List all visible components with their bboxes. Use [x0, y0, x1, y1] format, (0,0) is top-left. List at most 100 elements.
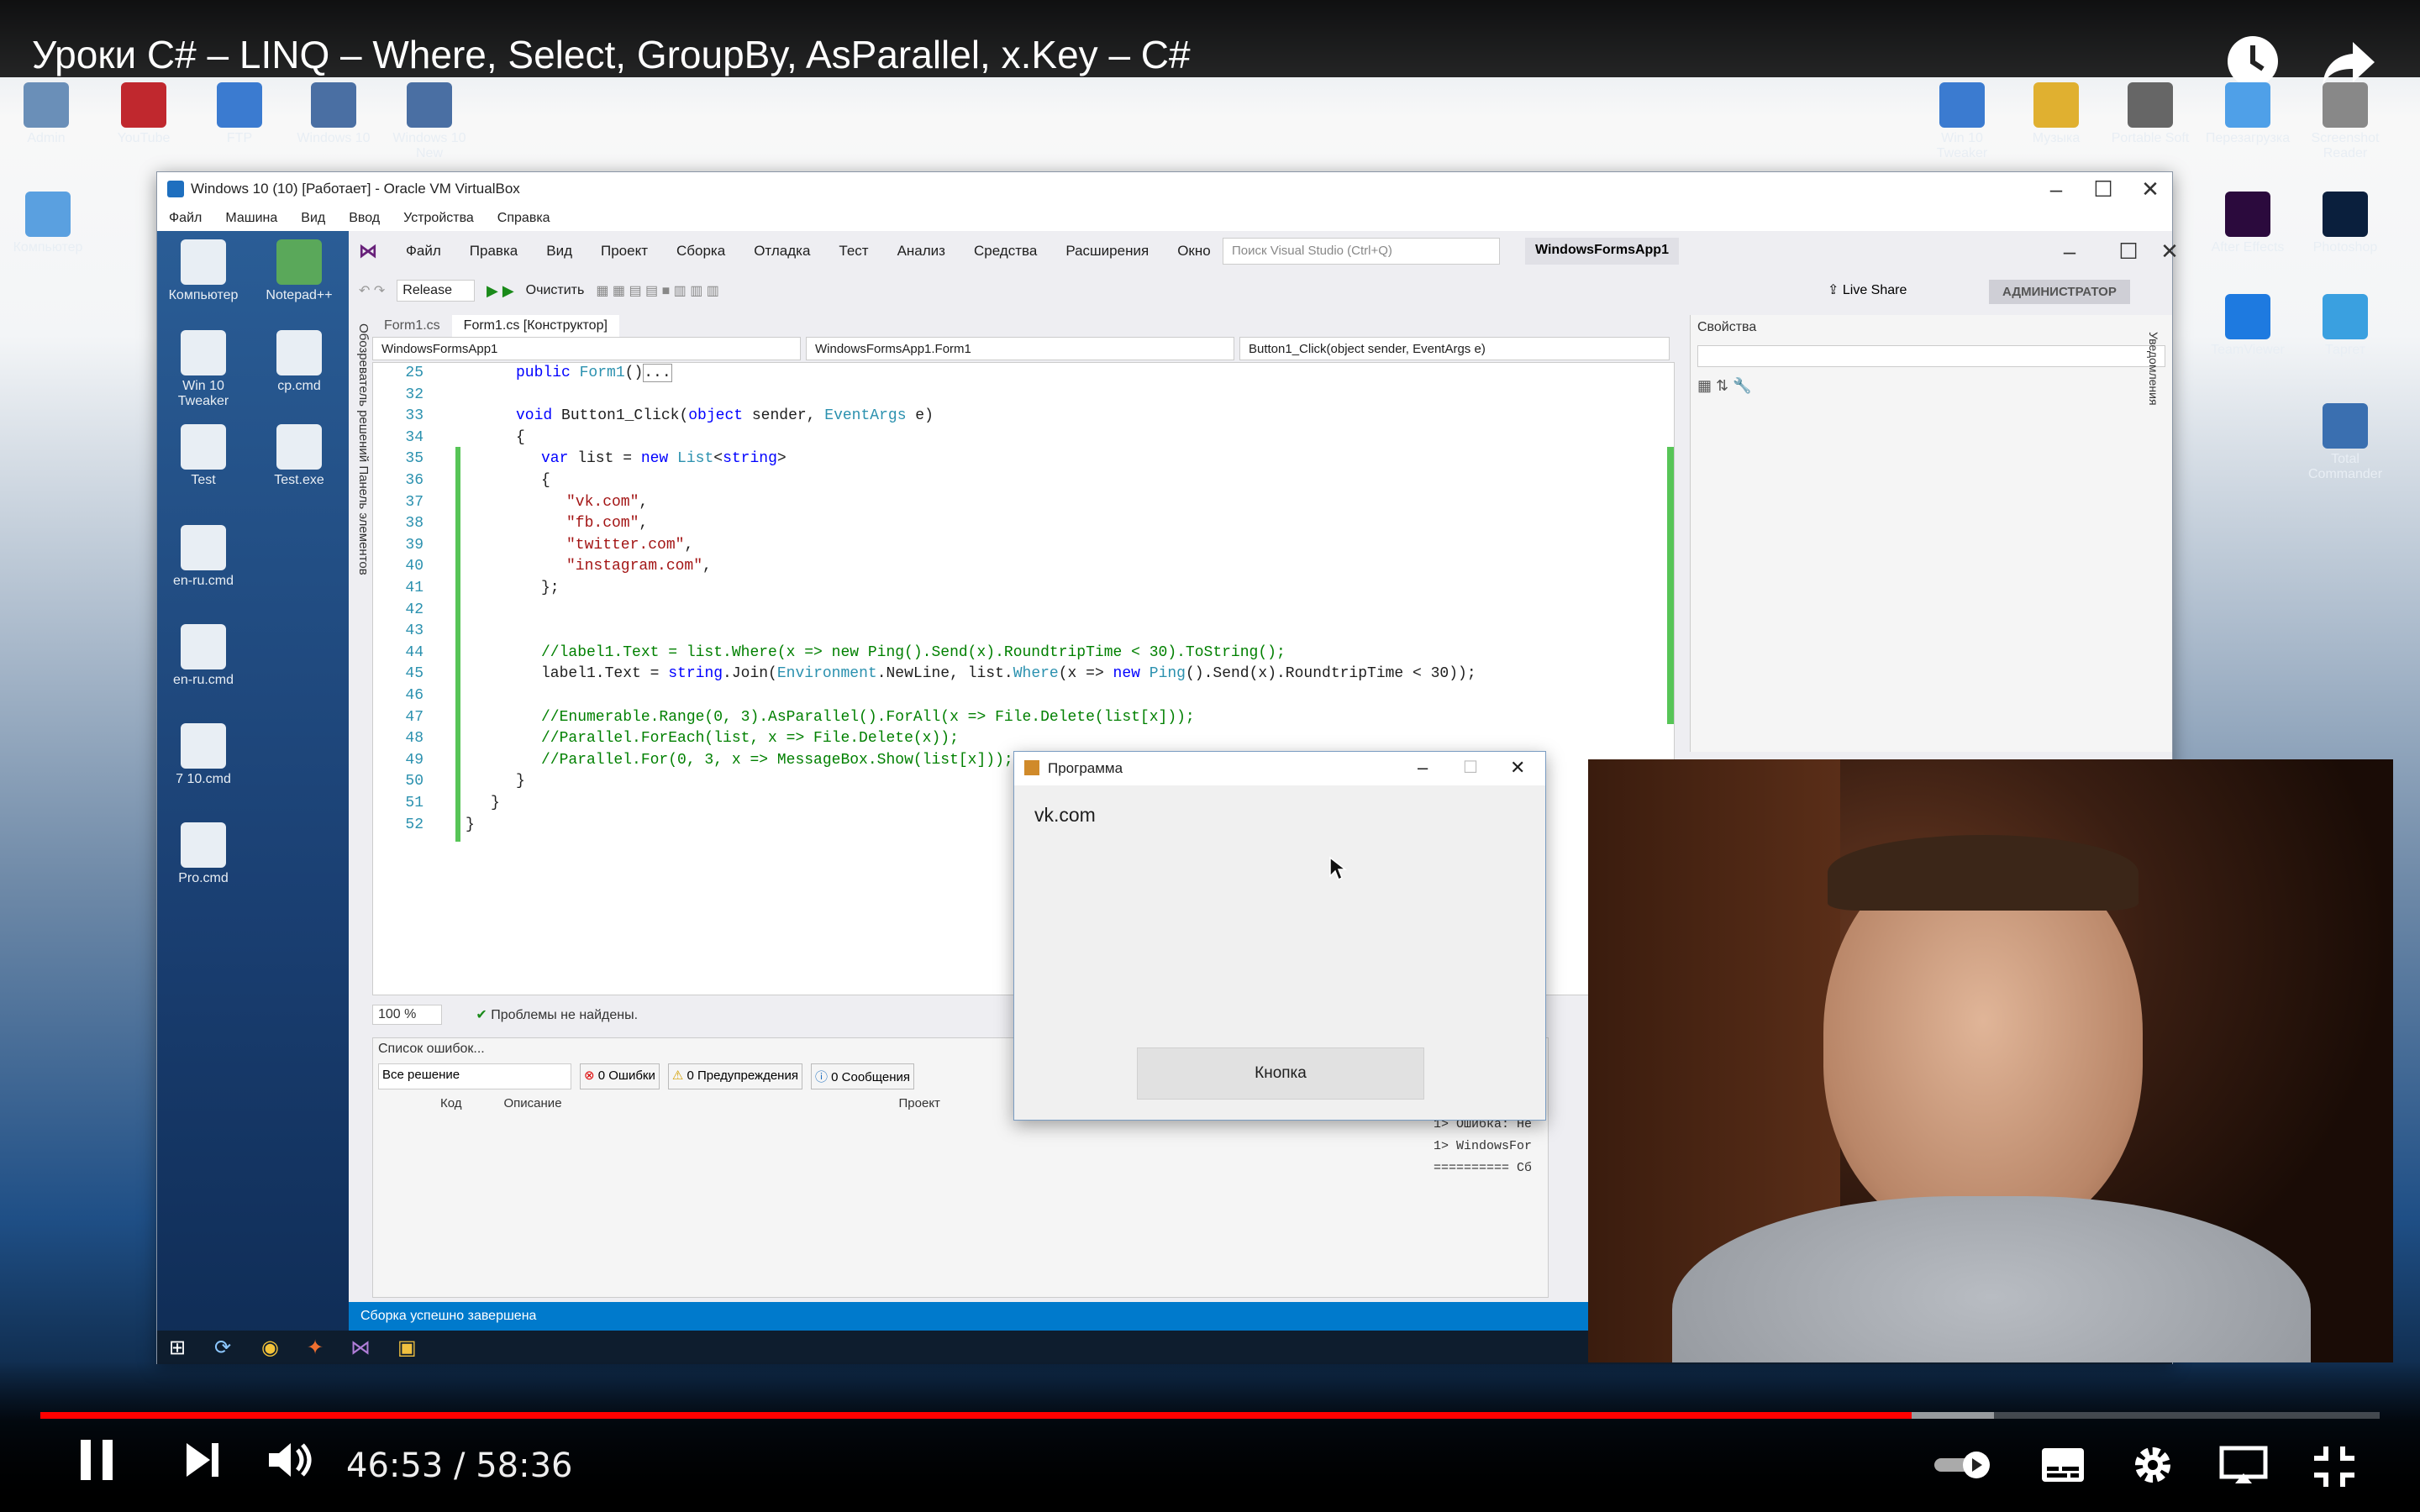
vbox-menu-item[interactable]: Машина — [225, 211, 277, 226]
tab-form1-cs[interactable]: Form1.cs — [372, 315, 452, 337]
code-line[interactable]: "twitter.com", — [566, 537, 693, 554]
pause-icon[interactable] — [77, 1438, 118, 1482]
vs-menu-item[interactable]: Вид — [546, 243, 572, 260]
tab-form1-designer[interactable]: Form1.cs [Конструктор] — [451, 315, 619, 337]
guest-icon[interactable]: Test.exe — [253, 424, 345, 488]
vs-menu-item[interactable]: Файл — [406, 243, 441, 260]
subtitles-icon[interactable] — [2040, 1446, 2086, 1483]
vs-menu-item[interactable]: Тест — [839, 243, 868, 260]
zoom-select[interactable]: 100 % — [372, 1005, 443, 1025]
dialog-close-icon[interactable]: ✕ — [1510, 757, 1525, 779]
autoplay-toggle[interactable] — [1933, 1448, 1995, 1482]
nav-class-select[interactable]: WindowsFormsApp1.Form1 — [806, 337, 1234, 360]
total-commander-icon[interactable]: Total Commander — [2299, 403, 2391, 482]
host-icon[interactable]: Windows 10 — [287, 82, 380, 146]
undo-icon[interactable]: ↶ ↷ — [359, 282, 385, 299]
col-project[interactable]: Проект — [899, 1096, 940, 1110]
photoshop-icon[interactable]: Photoshop — [2299, 192, 2391, 255]
code-line[interactable]: label1.Text = string.Join(Environment.Ne… — [541, 665, 1476, 682]
errors-filter[interactable]: ⊗ 0 Ошибки — [580, 1063, 660, 1089]
dialog-button[interactable]: Кнопка — [1137, 1047, 1424, 1100]
host-icon[interactable]: Музыка — [2010, 82, 2102, 146]
guest-icon[interactable]: en-ru.cmd — [157, 525, 250, 589]
host-icon[interactable]: Portable Soft — [2104, 82, 2196, 146]
messages-filter[interactable]: ⓘ 0 Сообщения — [810, 1063, 915, 1089]
exit-fullscreen-icon[interactable] — [2312, 1445, 2356, 1488]
watch-later-icon[interactable] — [2225, 34, 2281, 89]
vs-side-tabs[interactable]: Обозреватель решений Панель элементов — [349, 315, 371, 903]
virtualbox-titlebar[interactable]: Windows 10 (10) [Работает] - Oracle VM V… — [157, 172, 2172, 206]
host-icon[interactable]: YouTube — [97, 82, 190, 146]
nav-project-select[interactable]: WindowsFormsApp1 — [372, 337, 801, 360]
guest-icon[interactable]: en-ru.cmd — [157, 624, 250, 688]
close-icon[interactable]: ✕ — [2127, 172, 2174, 206]
code-line[interactable]: //Parallel.ForEach(list, x => File.Delet… — [541, 730, 959, 747]
program-icon[interactable]: ▣ — [397, 1336, 417, 1360]
code-line[interactable]: }; — [541, 580, 560, 596]
properties-panel[interactable]: Свойства ▦ ⇅ 🔧 — [1690, 315, 2172, 752]
host-icon[interactable]: Win 10 Tweaker — [1916, 82, 2008, 161]
settings-icon[interactable] — [2131, 1443, 2175, 1487]
code-line[interactable]: void Button1_Click(object sender, EventA… — [516, 407, 934, 424]
guest-icon[interactable]: Notepad++ — [253, 239, 345, 303]
guest-icon[interactable]: Win 10 Tweaker — [157, 330, 250, 409]
vs-maximize-icon[interactable]: ☐ — [2105, 234, 2152, 268]
vs-minimize-icon[interactable]: – — [2046, 234, 2093, 268]
code-line[interactable]: } — [491, 795, 500, 811]
vs-menu-item[interactable]: Средства — [974, 243, 1037, 260]
vbox-menu-item[interactable]: Файл — [169, 211, 202, 226]
next-icon[interactable] — [185, 1438, 222, 1482]
code-line[interactable]: "fb.com", — [566, 515, 648, 532]
host-icon[interactable]: Screenshot Reader — [2299, 82, 2391, 161]
config-select[interactable]: Release — [397, 280, 475, 302]
vs-close-icon[interactable]: ✕ — [2157, 234, 2182, 268]
col-code[interactable]: Код — [440, 1096, 462, 1110]
vs-menu-item[interactable]: Сборка — [676, 243, 725, 260]
notifications-tab[interactable]: Уведомления — [2147, 332, 2160, 406]
code-line[interactable]: "vk.com", — [566, 494, 648, 511]
vs-menu-item[interactable]: Отладка — [754, 243, 810, 260]
volume-icon[interactable] — [267, 1438, 314, 1482]
vbox-menu-item[interactable]: Устройства — [403, 211, 474, 226]
target-icon[interactable]: Таргет — [2299, 294, 2391, 358]
chrome-icon[interactable]: ◉ — [261, 1336, 279, 1360]
code-line[interactable]: } — [466, 816, 475, 833]
code-line[interactable]: var list = new List<string> — [541, 450, 786, 467]
dialog-minimize-icon[interactable]: – — [1418, 757, 1428, 779]
guest-icon[interactable]: Компьютер — [157, 239, 250, 303]
guest-icon[interactable]: Test — [157, 424, 250, 488]
refresh-icon[interactable]: ⟳ — [214, 1336, 231, 1360]
vbox-menu-item[interactable]: Вид — [301, 211, 325, 226]
code-line[interactable]: "instagram.com", — [566, 558, 712, 575]
host-icon[interactable]: Перезагрузка — [2202, 82, 2294, 146]
minimize-icon[interactable]: – — [2033, 172, 2080, 206]
maximize-icon[interactable]: ☐ — [2080, 172, 2127, 206]
guest-icon[interactable]: cp.cmd — [253, 330, 345, 394]
code-line[interactable]: { — [541, 472, 550, 489]
col-description[interactable]: Описание — [504, 1096, 857, 1110]
code-line[interactable]: //Enumerable.Range(0, 3).AsParallel().Fo… — [541, 709, 1195, 726]
vs-search-input[interactable]: Поиск Visual Studio (Ctrl+Q) — [1223, 238, 1500, 265]
code-line[interactable]: } — [516, 773, 525, 790]
code-line[interactable]: public Form1()... — [516, 364, 672, 382]
vs-menu-item[interactable]: Окно — [1177, 243, 1211, 260]
video-frame[interactable]: Уроки C# – LINQ – Where, Select, GroupBy… — [0, 0, 2420, 1512]
app-icon[interactable]: ✦ — [307, 1336, 324, 1360]
guest-icon[interactable]: Pro.cmd — [157, 822, 250, 886]
after-effects-icon[interactable]: After Effects — [2202, 192, 2294, 255]
vbox-menu-item[interactable]: Справка — [497, 211, 550, 226]
visual-studio-icon[interactable]: ⋈ — [350, 1336, 371, 1360]
teamviewer-icon[interactable]: TeamViewer — [2202, 294, 2294, 358]
vs-menu-item[interactable]: Расширения — [1065, 243, 1149, 260]
nav-member-select[interactable]: Button1_Click(object sender, EventArgs e… — [1239, 337, 1670, 360]
error-scope-select[interactable]: Все решение — [378, 1063, 571, 1089]
host-icon[interactable]: Windows 10 New — [383, 82, 476, 161]
warnings-filter[interactable]: ⚠ 0 Предупреждения — [667, 1063, 802, 1089]
video-title[interactable]: Уроки C# – LINQ – Where, Select, GroupBy… — [32, 32, 1191, 77]
cast-icon[interactable] — [2218, 1445, 2269, 1487]
code-line[interactable]: { — [516, 429, 525, 446]
share-icon[interactable] — [2321, 34, 2376, 89]
code-line[interactable]: //label1.Text = list.Where(x => new Ping… — [541, 644, 1286, 661]
run-button[interactable]: Очистить — [526, 283, 585, 298]
program-dialog[interactable]: Программа – ☐ ✕ vk.com Кнопка — [1013, 751, 1546, 1121]
